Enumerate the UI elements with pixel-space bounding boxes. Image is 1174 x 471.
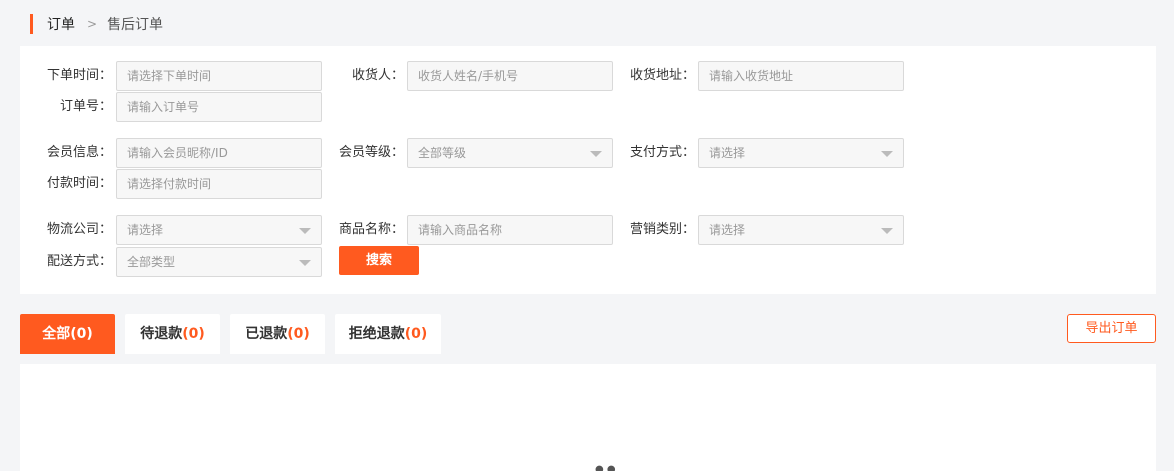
payment-method-label: 支付方式： xyxy=(629,145,695,160)
chevron-down-icon xyxy=(299,260,311,266)
payment-time-input[interactable]: 请选择付款时间 xyxy=(116,169,322,199)
marketing-type-label: 营销类别： xyxy=(629,222,695,237)
loading-indicator: ● ● xyxy=(595,464,616,471)
logistics-value: 请选择 xyxy=(127,223,164,237)
order-list-panel: ● ● xyxy=(20,364,1156,471)
product-name-label: 商品名称： xyxy=(338,222,404,237)
breadcrumb-after-sales: 售后订单 xyxy=(107,17,164,33)
tab-count: (0) xyxy=(287,326,310,342)
chevron-down-icon xyxy=(881,228,893,234)
tab-refund-rejected[interactable]: 拒绝退款(0) xyxy=(335,314,441,354)
address-label: 收货地址： xyxy=(629,68,695,83)
member-level-value: 全部等级 xyxy=(418,146,467,160)
tab-count: (0) xyxy=(70,326,93,342)
breadcrumb: 订单 > 售后订单 xyxy=(30,14,163,34)
export-orders-button[interactable]: 导出订单 xyxy=(1067,314,1156,343)
breadcrumb-orders[interactable]: 订单 xyxy=(47,14,75,34)
payment-method-value: 请选择 xyxy=(709,146,746,160)
delivery-method-label: 配送方式： xyxy=(46,254,112,269)
member-info-input[interactable]: 请输入会员昵称/ID xyxy=(116,138,322,168)
tab-label: 全部 xyxy=(42,326,71,342)
product-name-input[interactable]: 请输入商品名称 xyxy=(407,215,613,245)
receiver-input[interactable]: 收货人姓名/手机号 xyxy=(407,61,613,91)
logistics-label: 物流公司： xyxy=(46,222,112,237)
delivery-method-value: 全部类型 xyxy=(127,255,176,269)
payment-method-select[interactable]: 请选择 xyxy=(698,138,904,168)
search-button[interactable]: 搜索 xyxy=(339,246,419,275)
member-info-label: 会员信息： xyxy=(46,145,112,160)
tab-pending-refund[interactable]: 待退款(0) xyxy=(125,314,220,354)
tab-label: 待退款 xyxy=(140,326,183,342)
logistics-select[interactable]: 请选择 xyxy=(116,215,322,245)
order-no-input[interactable]: 请输入订单号 xyxy=(116,92,322,122)
filter-panel: 下单时间： 请选择下单时间 收货人： 收货人姓名/手机号 收货地址： 请输入收货… xyxy=(20,46,1156,294)
tab-all[interactable]: 全部(0) xyxy=(20,314,115,354)
breadcrumb-separator: > xyxy=(87,17,98,31)
tab-count: (0) xyxy=(182,326,205,342)
marketing-type-value: 请选择 xyxy=(709,223,746,237)
chevron-down-icon xyxy=(881,151,893,157)
order-time-label: 下单时间： xyxy=(46,68,112,83)
member-level-select[interactable]: 全部等级 xyxy=(407,138,613,168)
delivery-method-select[interactable]: 全部类型 xyxy=(116,247,322,277)
tab-count: (0) xyxy=(404,326,428,342)
tab-label: 已退款 xyxy=(245,326,288,342)
payment-time-label: 付款时间： xyxy=(46,176,112,191)
marketing-type-select[interactable]: 请选择 xyxy=(698,215,904,245)
tab-refunded[interactable]: 已退款(0) xyxy=(230,314,325,354)
order-no-label: 订单号： xyxy=(59,99,112,114)
tab-label: 拒绝退款 xyxy=(348,326,405,342)
receiver-label: 收货人： xyxy=(351,68,404,83)
chevron-down-icon xyxy=(590,151,602,157)
order-time-input[interactable]: 请选择下单时间 xyxy=(116,61,322,91)
address-input[interactable]: 请输入收货地址 xyxy=(698,61,904,91)
chevron-down-icon xyxy=(299,228,311,234)
member-level-label: 会员等级： xyxy=(338,145,404,160)
